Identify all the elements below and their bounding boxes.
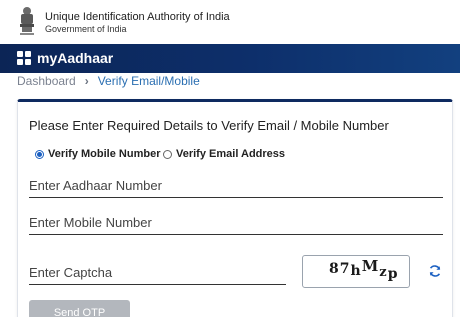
captcha-input[interactable] xyxy=(29,261,286,283)
breadcrumb-dashboard[interactable]: Dashboard xyxy=(17,74,76,88)
radio-verify-mobile[interactable]: Verify Mobile Number xyxy=(35,147,160,161)
captcha-field xyxy=(29,261,286,285)
breadcrumb: Dashboard › Verify Email/Mobile xyxy=(17,74,200,88)
ashoka-emblem-icon xyxy=(20,7,34,35)
breadcrumb-separator: › xyxy=(84,74,89,88)
refresh-icon[interactable] xyxy=(428,264,442,278)
brand-title[interactable]: myAadhaar xyxy=(37,50,113,66)
send-otp-button[interactable]: Send OTP xyxy=(29,300,130,317)
aadhaar-field xyxy=(29,174,443,198)
radio-selected-icon[interactable] xyxy=(35,149,44,159)
mobile-input[interactable] xyxy=(29,211,443,233)
org-subtitle: Government of India xyxy=(45,24,127,34)
captcha-text: 87hMzp xyxy=(329,257,398,282)
mobile-field xyxy=(29,211,443,235)
top-header: Unique Identification Authority of India… xyxy=(0,0,460,44)
breadcrumb-current: Verify Email/Mobile xyxy=(97,74,200,88)
radio-unselected-icon[interactable] xyxy=(163,149,172,159)
captcha-char: z xyxy=(379,265,388,280)
captcha-char: 7 xyxy=(339,261,351,277)
captcha-char: h xyxy=(350,263,362,279)
captcha-char: M xyxy=(361,257,380,275)
captcha-char: 8 xyxy=(329,261,340,277)
captcha-char: p xyxy=(387,266,399,282)
radio-verify-email[interactable]: Verify Email Address xyxy=(163,147,285,161)
form-heading: Please Enter Required Details to Verify … xyxy=(29,118,389,133)
grid-apps-icon[interactable] xyxy=(17,51,31,65)
aadhaar-input[interactable] xyxy=(29,174,443,196)
org-title: Unique Identification Authority of India xyxy=(45,11,230,23)
radio-label-email: Verify Email Address xyxy=(176,148,286,160)
radio-label-mobile: Verify Mobile Number xyxy=(48,148,161,160)
